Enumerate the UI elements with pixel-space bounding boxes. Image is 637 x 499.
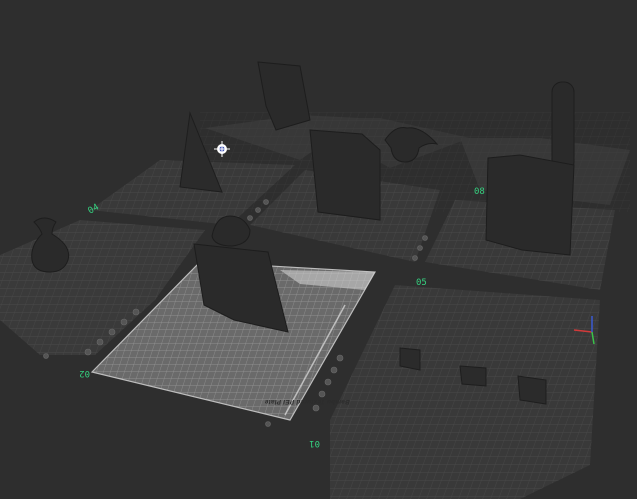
plate-tool-icon[interactable]: [108, 328, 116, 336]
plate-tool-icon[interactable]: [417, 245, 423, 251]
plate-brand-text: Bambu Textured PEI Plate: [264, 398, 351, 405]
plate-tool-icon[interactable]: [132, 308, 140, 316]
plate-05-label: 05: [416, 278, 427, 288]
model-cylinder[interactable]: [551, 81, 575, 173]
plate-tool-icon[interactable]: [330, 366, 338, 374]
model-slab[interactable]: [309, 129, 381, 221]
plate-tool-icon[interactable]: [324, 378, 332, 386]
plate-08-label: 08: [474, 187, 485, 197]
model-block[interactable]: [485, 154, 575, 256]
model-cube[interactable]: [459, 365, 487, 387]
model-vase[interactable]: [31, 217, 70, 273]
plate-tool-icon[interactable]: [255, 207, 261, 213]
plate-02-label: 02: [79, 368, 90, 378]
plate-tool-icon[interactable]: [96, 338, 104, 346]
plate-tool-icon[interactable]: [84, 348, 92, 356]
plate-tool-icon[interactable]: [120, 318, 128, 326]
plate-tool-icon[interactable]: [43, 353, 49, 359]
plate-tool-icon[interactable]: [318, 390, 326, 398]
plate-tool-icon[interactable]: [422, 235, 428, 241]
plate-tool-icon[interactable]: [265, 421, 271, 427]
plate-tool-icon[interactable]: [336, 354, 344, 362]
plate-tool-icon[interactable]: [247, 215, 253, 221]
3d-viewport[interactable]: 04 02 01 05 08 Bambu Textured PEI Plate: [0, 0, 637, 499]
model-cube[interactable]: [517, 375, 547, 405]
model-cube[interactable]: [399, 347, 421, 371]
plate-01-label: 01: [309, 438, 320, 448]
plate-tool-icon[interactable]: [263, 199, 269, 205]
plate-tool-icon[interactable]: [412, 255, 418, 261]
